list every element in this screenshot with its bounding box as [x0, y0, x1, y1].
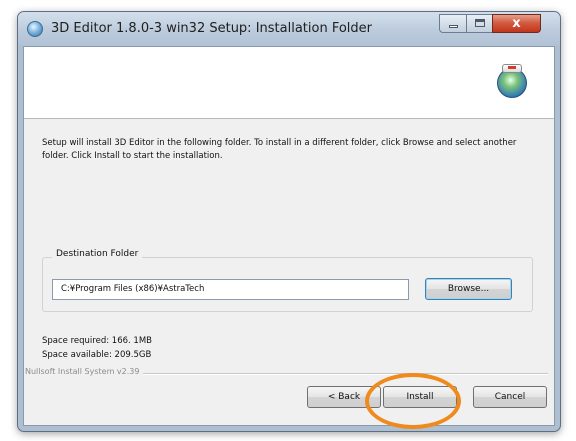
- space-available: Space available: 209.5GB: [42, 350, 152, 360]
- maximize-button[interactable]: [466, 14, 493, 33]
- nsis-branding: Nullsoft Install System v2.39: [25, 367, 144, 376]
- install-highlight-ring: [365, 373, 461, 429]
- app-icon: [27, 21, 43, 37]
- dialog-content: Setup will install 3D Editor in the foll…: [23, 46, 555, 426]
- close-button[interactable]: x: [492, 14, 541, 33]
- destination-path-input[interactable]: C:¥Program Files (x86)¥AstraTech: [52, 279, 409, 300]
- destination-folder-label: Destination Folder: [52, 249, 143, 259]
- header-panel: [24, 47, 554, 119]
- cancel-button[interactable]: Cancel: [473, 386, 547, 408]
- close-icon: x: [512, 16, 521, 31]
- browse-button[interactable]: Browse...: [425, 278, 512, 300]
- space-required: Space required: 166. 1MB: [42, 336, 152, 346]
- title-bar[interactable]: 3D Editor 1.8.0-3 win32 Setup: Installat…: [18, 12, 560, 46]
- window-title: 3D Editor 1.8.0-3 win32 Setup: Installat…: [51, 21, 373, 36]
- minimize-button[interactable]: [439, 14, 467, 33]
- installer-icon: [497, 64, 527, 98]
- installer-window: 3D Editor 1.8.0-3 win32 Setup: Installat…: [17, 11, 561, 432]
- instructions-text: Setup will install 3D Editor in the foll…: [42, 138, 517, 161]
